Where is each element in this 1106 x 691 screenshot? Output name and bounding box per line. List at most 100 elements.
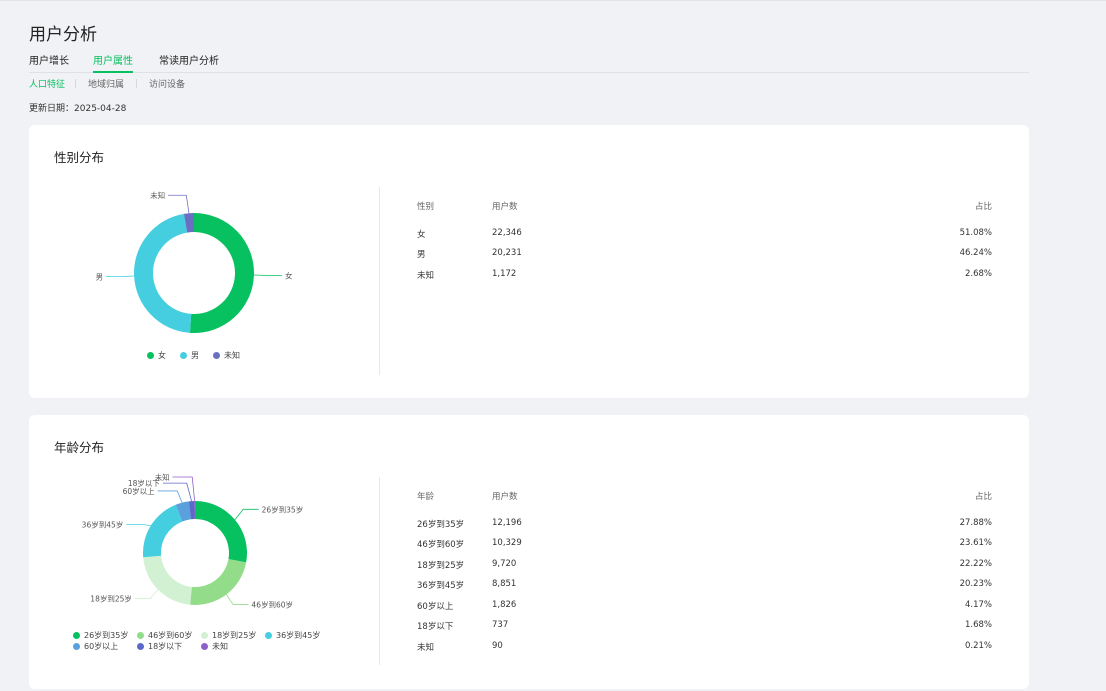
legend-label: 46岁到60岁	[148, 631, 193, 640]
table-row: 46岁到60岁 10,329 23.61%	[417, 538, 992, 552]
cell-ratio: 1.68%	[964, 620, 992, 630]
header-ratio: 占比	[974, 492, 992, 502]
label-leader-line	[157, 490, 183, 503]
legend-label: 60岁以上	[84, 642, 119, 651]
cell-name: 18岁以下	[417, 622, 454, 632]
cell-name: 36岁到45岁	[417, 581, 465, 591]
update-date: 更新日期：2025-04-28	[29, 101, 126, 114]
legend-label: 36岁到45岁	[276, 631, 321, 640]
header-gender: 性别	[417, 202, 435, 212]
cell-count: 1,172	[492, 269, 517, 279]
cell-name: 26岁到35岁	[417, 520, 465, 530]
table-row: 36岁到45岁 8,851 20.23%	[417, 579, 992, 593]
cell-count: 22,346	[492, 228, 522, 238]
legend-label: 男	[191, 351, 199, 360]
label-leader-line	[226, 594, 249, 605]
table-row: 男 20,231 46.24%	[417, 248, 992, 262]
legend-item[interactable]: 女	[147, 350, 166, 361]
header-users: 用户数	[492, 202, 518, 212]
pie-slice[interactable]	[195, 501, 247, 563]
legend-dot	[137, 632, 144, 639]
slice-label: 46岁到60岁	[251, 599, 293, 609]
pie-slice[interactable]	[143, 504, 183, 558]
cell-count: 8,851	[492, 579, 517, 589]
legend-dot	[201, 643, 208, 650]
cell-name: 未知	[417, 271, 435, 281]
legend-item[interactable]: 18岁以下	[137, 641, 182, 652]
slice-label: 男	[96, 273, 104, 282]
tab-user-growth[interactable]: 用户增长	[29, 52, 69, 71]
cell-name: 46岁到60岁	[417, 540, 465, 550]
subtab-separator	[136, 79, 137, 88]
table-row: 18岁到25岁 9,720 22.22%	[417, 559, 992, 573]
slice-label: 18岁到25岁	[90, 594, 132, 604]
subtab-demographics[interactable]: 人口特征	[29, 77, 65, 90]
label-leader-line	[234, 508, 259, 520]
legend-label: 未知	[212, 642, 228, 651]
slice-label: 36岁到45岁	[82, 519, 124, 529]
subtab-device[interactable]: 访问设备	[149, 77, 185, 90]
slice-label: 女	[285, 270, 293, 280]
label-leader-line	[168, 194, 190, 214]
cell-ratio: 23.61%	[959, 538, 992, 548]
table-row: 未知 1,172 2.68%	[417, 269, 992, 283]
legend-label: 女	[158, 351, 166, 360]
tab-frequent-readers[interactable]: 常读用户分析	[159, 52, 219, 71]
legend-dot	[73, 643, 80, 650]
subtab-region[interactable]: 地域归属	[88, 77, 124, 90]
pie-slice[interactable]	[143, 555, 192, 605]
label-leader-line	[106, 275, 135, 277]
cell-ratio: 22.22%	[959, 559, 992, 569]
legend-item[interactable]: 60岁以上	[73, 641, 118, 652]
legend-dot	[201, 632, 208, 639]
legend-label: 26岁到35岁	[84, 631, 129, 640]
card-divider	[379, 477, 380, 665]
cell-count: 10,329	[492, 538, 522, 548]
legend-item[interactable]: 26岁到35岁	[73, 630, 128, 641]
label-leader-line	[126, 523, 151, 527]
table-row: 未知 90 0.21%	[417, 641, 992, 655]
slice-label: 未知	[150, 190, 165, 200]
legend-item[interactable]: 未知	[213, 350, 240, 361]
header-age: 年龄	[417, 492, 435, 502]
legend-dot	[265, 632, 272, 639]
table-header: 年龄 用户数 占比	[417, 490, 992, 504]
gender-card: 性别分布 女男未知 女 男 未知 性别 用户数 占比 女 22,346 51.0…	[29, 125, 1029, 398]
cell-count: 12,196	[492, 518, 522, 528]
cell-name: 60岁以上	[417, 602, 454, 612]
header-users: 用户数	[492, 492, 518, 502]
table-row: 26岁到35岁 12,196 27.88%	[417, 518, 992, 532]
tab-user-attributes[interactable]: 用户属性	[93, 52, 133, 73]
cell-name: 男	[417, 250, 426, 260]
legend-dot	[137, 643, 144, 650]
label-leader-line	[172, 476, 196, 502]
table-header: 性别 用户数 占比	[417, 200, 992, 214]
pie-slice[interactable]	[134, 213, 192, 333]
slice-label: 未知	[155, 472, 170, 482]
legend-item[interactable]: 18岁到25岁	[201, 630, 256, 641]
cell-name: 未知	[417, 643, 435, 653]
table-row: 女 22,346 51.08%	[417, 228, 992, 242]
legend-label: 18岁到25岁	[212, 631, 257, 640]
top-border	[0, 0, 1106, 1]
legend-item[interactable]: 46岁到60岁	[137, 630, 192, 641]
cell-name: 18岁到25岁	[417, 561, 465, 571]
cell-ratio: 20.23%	[959, 579, 992, 589]
age-legend: 26岁到35岁 46岁到60岁 18岁到25岁 36岁到45岁 60岁以上 18…	[73, 630, 363, 654]
legend-item[interactable]: 男	[180, 350, 199, 361]
pie-slice[interactable]	[190, 559, 247, 605]
legend-item[interactable]: 36岁到45岁	[265, 630, 320, 641]
cell-ratio: 51.08%	[959, 228, 992, 238]
legend-dot	[147, 352, 154, 359]
cell-ratio: 46.24%	[959, 248, 992, 258]
slice-label: 26岁到35岁	[262, 504, 304, 514]
legend-dot	[213, 352, 220, 359]
pie-slice[interactable]	[189, 213, 254, 333]
cell-count: 737	[492, 620, 509, 630]
cell-ratio: 0.21%	[964, 641, 992, 651]
gender-legend: 女 男 未知	[147, 350, 367, 362]
header-ratio: 占比	[974, 202, 992, 212]
legend-item[interactable]: 未知	[201, 641, 228, 652]
cell-count: 20,231	[492, 248, 522, 258]
age-card: 年龄分布 26岁到35岁 46岁到60岁 18岁到25岁 36岁到45岁 60岁以上 18…	[29, 415, 1029, 689]
